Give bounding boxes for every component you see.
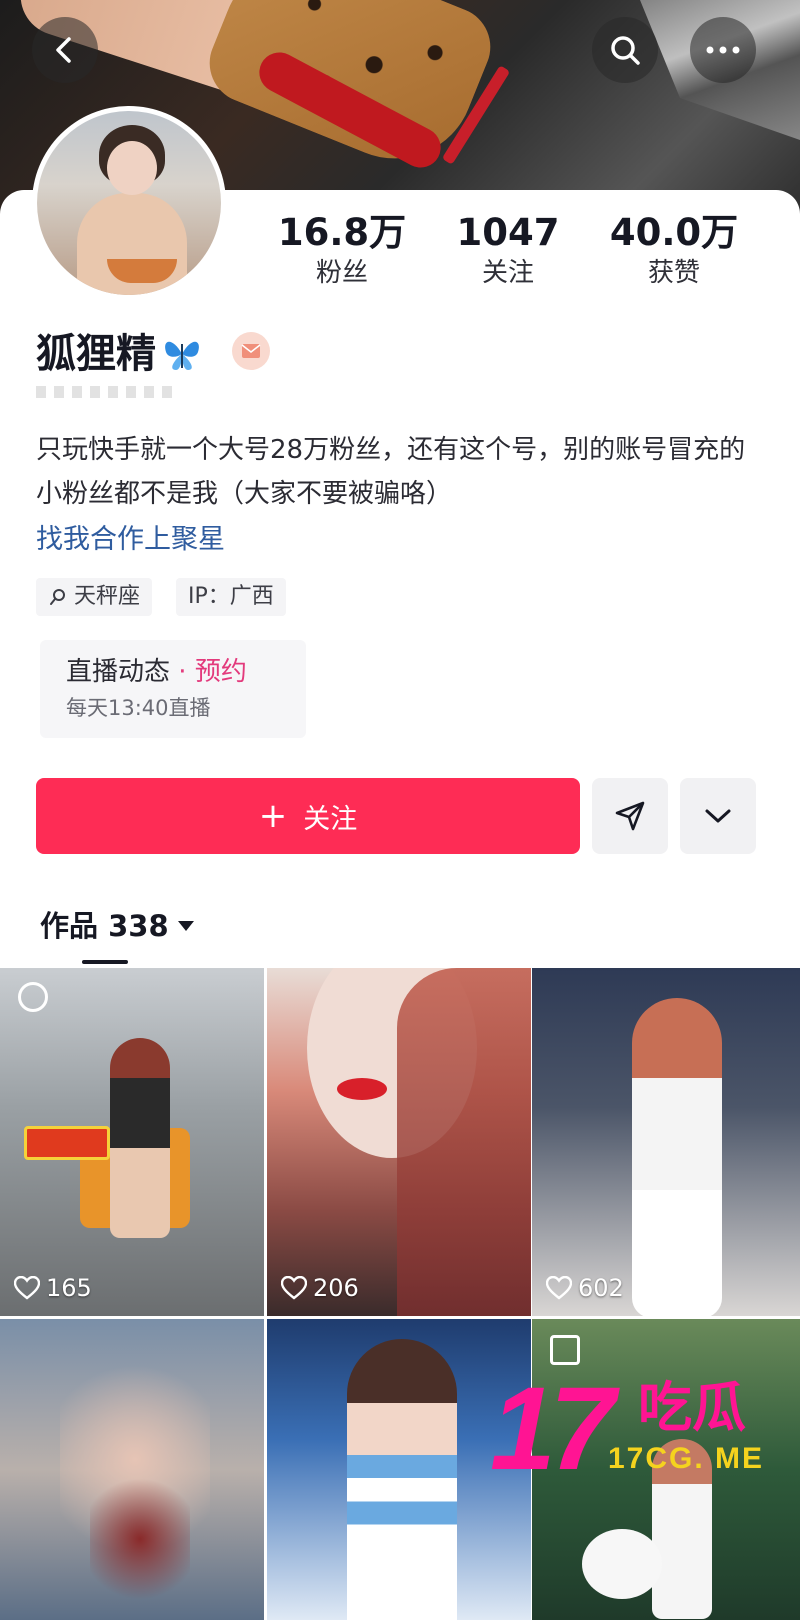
profile-stats: 16.8万 粉丝 1047 关注 40.0万 获赞 (0, 210, 800, 300)
back-button[interactable] (32, 17, 98, 83)
stat-label: 关注 (481, 258, 534, 288)
live-reserve-link[interactable]: 预约 (195, 657, 247, 687)
like-count: 602 (546, 1274, 624, 1302)
like-count-text: 206 (313, 1274, 359, 1302)
stat-value: 16.8万 (277, 211, 407, 254)
caret-down-icon (177, 921, 194, 931)
live-schedule-card[interactable]: 直播动态 · 预约 每天13:40直播 (40, 640, 306, 738)
search-button[interactable] (592, 17, 658, 83)
like-count-text: 602 (578, 1274, 624, 1302)
search-icon (611, 36, 640, 65)
watermark: 17 吃瓜 17CG. ME (490, 1370, 790, 1490)
blurred-id (36, 386, 176, 398)
stat-label: 粉丝 (315, 258, 368, 288)
video-thumbnail[interactable]: 165 (0, 968, 264, 1316)
nickname-text: 狐狸精 (36, 331, 156, 377)
like-count-text: 165 (46, 1274, 92, 1302)
target-icon (18, 982, 48, 1012)
tag-zodiac[interactable]: 天秤座 (36, 578, 153, 616)
heart-icon (546, 1276, 572, 1300)
heart-icon (281, 1276, 307, 1300)
follow-label: 关注 (303, 803, 358, 835)
video-thumbnail[interactable]: 602 (532, 968, 800, 1316)
works-grid: 165 206 602 (0, 968, 800, 1620)
mail-badge-icon[interactable] (232, 332, 270, 370)
stat-label: 获赞 (647, 258, 700, 288)
nickname: 狐狸精 (36, 328, 202, 380)
live-schedule: 每天13:40直播 (66, 696, 211, 720)
tag-label: 天秤座 (74, 584, 141, 609)
like-count: 165 (14, 1274, 92, 1302)
heart-icon (14, 1276, 40, 1300)
more-horizontal-icon (706, 46, 740, 54)
libra-icon (50, 589, 65, 605)
tab-works-label: 作品 338 (40, 909, 169, 943)
live-title: 直播动态 (66, 657, 171, 687)
video-thumbnail[interactable] (0, 1319, 264, 1620)
watermark-text: 吃瓜 (638, 1376, 746, 1439)
stat-value: 40.0万 (609, 211, 739, 254)
bio-link[interactable]: 找我合作上聚星 (36, 518, 225, 562)
image-post-icon (550, 1335, 580, 1365)
stat-followers[interactable]: 16.8万 粉丝 (262, 210, 422, 290)
watermark-number: 17 (490, 1363, 615, 1495)
more-button[interactable] (690, 17, 756, 83)
tag-label: IP：广西 (188, 584, 274, 609)
plus-icon: + (258, 796, 288, 836)
stat-following[interactable]: 1047 关注 (428, 210, 588, 290)
chevron-left-icon (56, 37, 71, 63)
stat-likes[interactable]: 40.0万 获赞 (594, 210, 754, 290)
butterfly-icon (165, 341, 199, 370)
chevron-down-icon (705, 809, 731, 823)
stat-value: 1047 (456, 211, 560, 254)
live-title-row: 直播动态 · 预约 (66, 654, 280, 690)
tab-indicator (82, 960, 128, 964)
share-button[interactable] (592, 778, 668, 854)
tab-works[interactable]: 作品 338 (40, 906, 195, 946)
like-count: 206 (281, 1274, 359, 1302)
send-icon (615, 801, 645, 831)
live-separator: · (170, 657, 195, 687)
video-thumbnail[interactable]: 206 (267, 968, 531, 1316)
watermark-url: 17CG. ME (608, 1442, 765, 1475)
bio-text: 只玩快手就一个大号28万粉丝，还有这个号，别的账号冒充的小粉丝都不是我（大家不要… (36, 435, 746, 509)
recommend-dropdown-button[interactable] (680, 778, 756, 854)
follow-button[interactable]: + 关注 (36, 778, 580, 854)
tag-ip: IP：广西 (176, 578, 286, 616)
